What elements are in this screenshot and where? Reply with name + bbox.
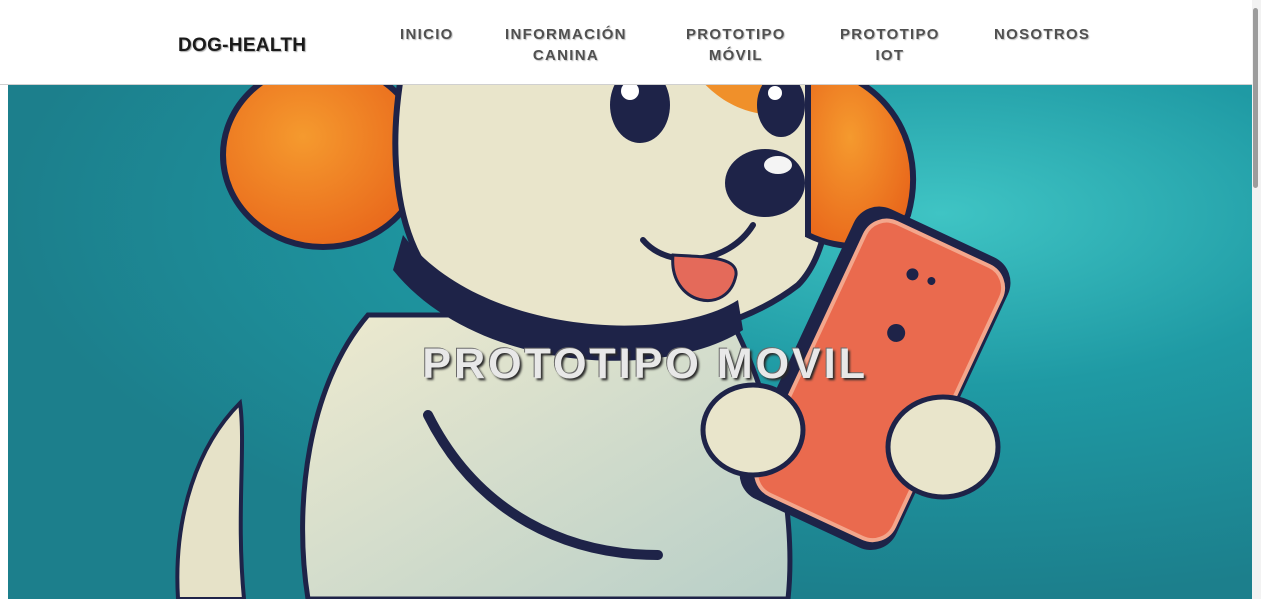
scrollbar-thumb[interactable]	[1253, 8, 1258, 188]
nav-item-label: NOSOTROS	[994, 26, 1091, 43]
dog-right-paw	[885, 394, 1001, 500]
dog-nose	[725, 149, 805, 217]
nav-item-nosotros[interactable]: NOSOTROS	[994, 24, 1090, 45]
brand-logo[interactable]: DOG-HEALTH	[178, 35, 306, 57]
nav-item-prototipo-iot[interactable]: PROTOTIPO IOT	[840, 24, 940, 66]
dog-left-paw	[700, 382, 806, 478]
hero-banner: PROTOTIPO MOVIL	[8, 85, 1252, 599]
hero-title: PROTOTIPO MOVIL	[422, 340, 868, 388]
nav-item-label: PROTOTIPO	[840, 26, 940, 43]
nav-item-label: INICIO	[400, 26, 454, 43]
nav-item-prototipo-movil[interactable]: PROTOTIPO MÓVIL	[686, 24, 786, 66]
dog-left-ear	[220, 85, 426, 250]
nav-item-label: PROTOTIPO	[686, 26, 786, 43]
nav-item-label: MÓVIL	[708, 47, 763, 64]
nav-item-label: CANINA	[532, 47, 599, 64]
nav-item-inicio[interactable]: INICIO	[400, 24, 454, 45]
nav-item-label: INFORMACIÓN	[505, 26, 627, 43]
nav-item-informacion-canina[interactable]: INFORMACIÓN CANINA	[505, 24, 627, 66]
nav-item-label: IOT	[875, 47, 905, 64]
top-navbar: DOG-HEALTH INICIO INFORMACIÓN CANINA PRO…	[0, 0, 1252, 85]
